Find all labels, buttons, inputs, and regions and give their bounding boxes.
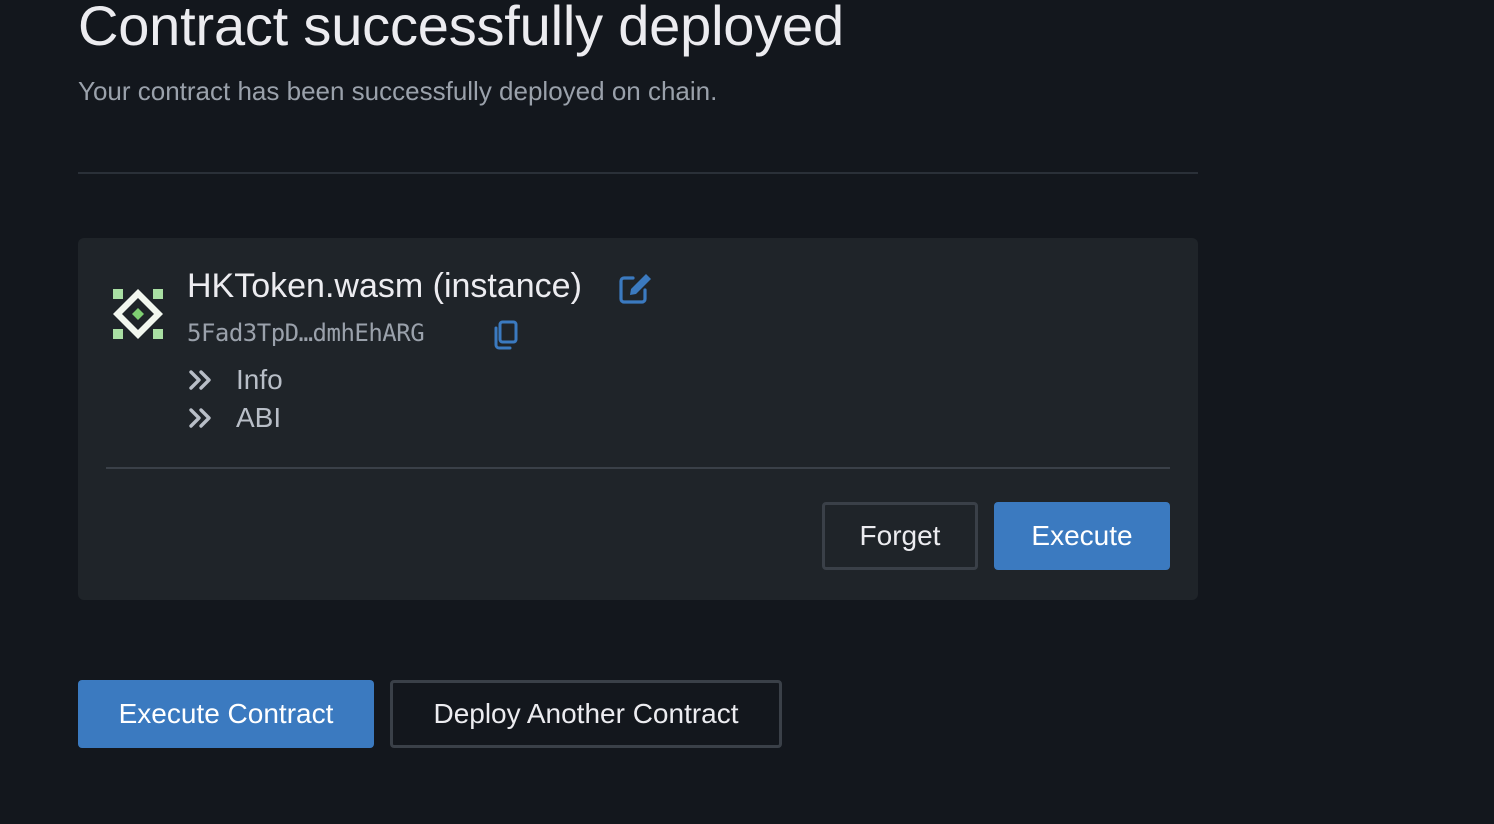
double-chevron-right-icon	[189, 408, 211, 428]
contract-identicon-icon	[113, 289, 163, 339]
copy-icon[interactable]	[491, 320, 519, 350]
card-divider	[106, 467, 1170, 469]
forget-button[interactable]: Forget	[822, 502, 978, 570]
execute-contract-button[interactable]: Execute Contract	[78, 680, 374, 748]
double-chevron-right-icon	[189, 370, 211, 390]
edit-icon[interactable]	[619, 272, 653, 304]
detail-toggle-info[interactable]: Info	[188, 362, 283, 398]
execute-button[interactable]: Execute	[994, 502, 1170, 570]
page-title: Contract successfully deployed	[78, 0, 844, 57]
contract-name: HKToken.wasm (instance)	[187, 267, 582, 305]
contract-card: HKToken.wasm (instance) 5Fad3TpD…dmhEhAR…	[78, 238, 1198, 600]
deploy-another-contract-button[interactable]: Deploy Another Contract	[390, 680, 782, 748]
contract-address: 5Fad3TpD…dmhEhARG	[187, 319, 425, 347]
page-subtitle: Your contract has been successfully depl…	[78, 76, 718, 106]
detail-label-abi: ABI	[236, 402, 282, 433]
detail-toggle-abi[interactable]: ABI	[188, 400, 281, 436]
detail-label-info: Info	[236, 364, 283, 395]
section-divider	[78, 172, 1198, 174]
